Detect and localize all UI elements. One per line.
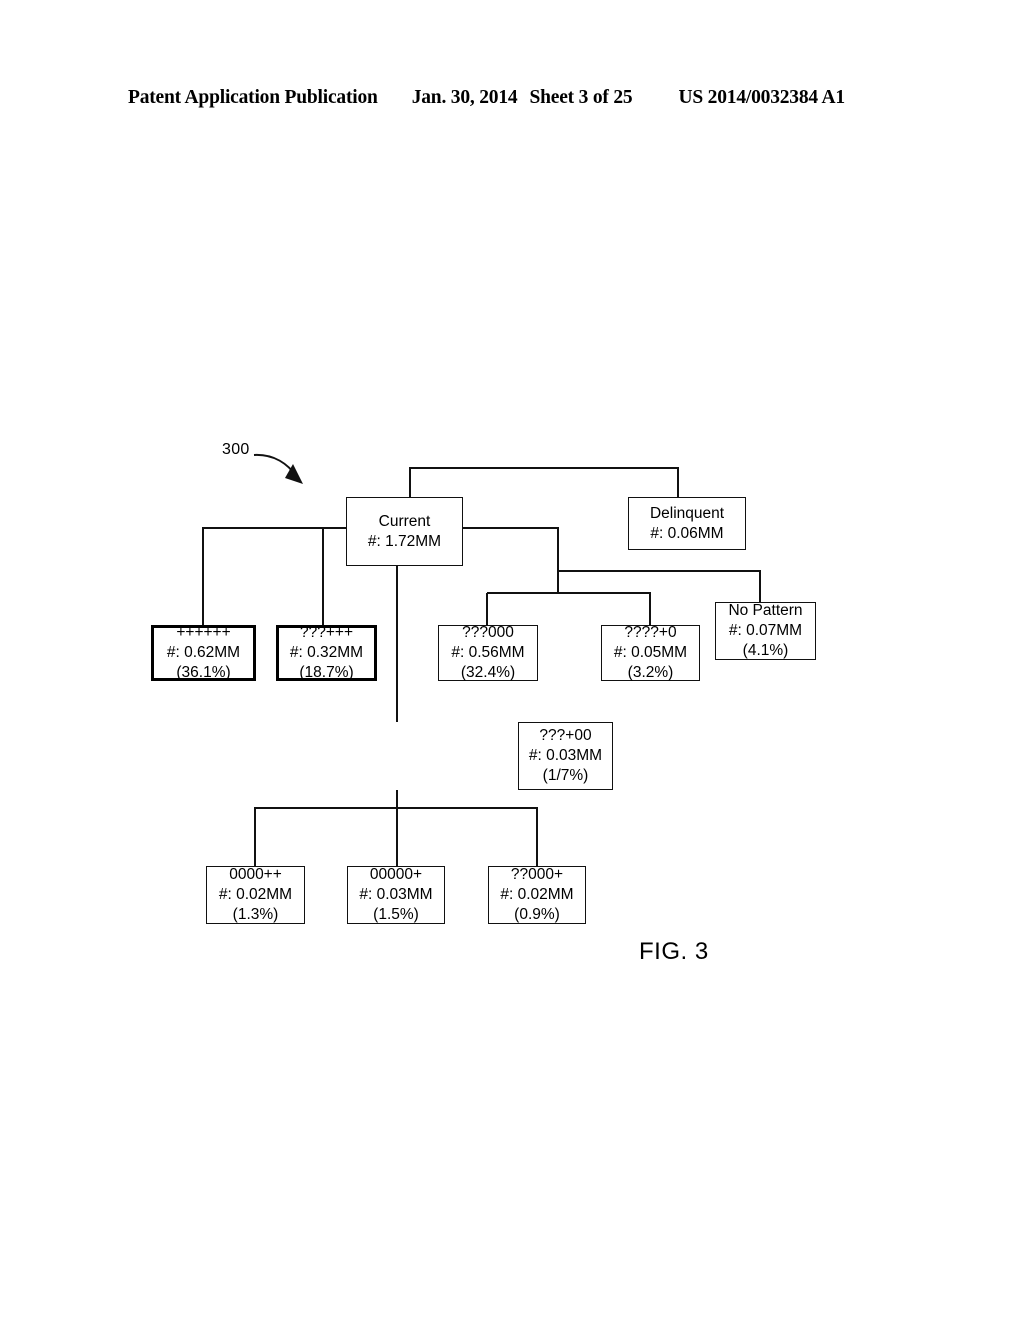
figure-caption: FIG. 3 <box>639 938 709 965</box>
node-q4pluszero-count: #: 0.05MM <box>613 644 688 662</box>
reference-numeral-300: 300 <box>222 441 250 458</box>
node-current-title: Current <box>378 512 431 530</box>
node-q3pluszero2[interactable]: ???+00 #: 0.03MM (1/7%) <box>518 722 613 790</box>
connector-bottom-bus-right <box>397 807 538 866</box>
node-nopattern-title: No Pattern <box>728 602 803 620</box>
connector-bus-to-q4pluszero <box>487 592 651 625</box>
node-q3pluszero2-count: #: 0.03MM <box>528 747 603 765</box>
node-q3pluszero2-title: ???+00 <box>539 727 592 745</box>
node-q2zero3plus-percent: (0.9%) <box>514 905 560 923</box>
figure-canvas: 300 Current #: 1.72MM Delinquent #: 0.06… <box>0 0 1024 1320</box>
node-q4pluszero[interactable]: ????+0 #: 0.05MM (3.2%) <box>601 624 700 681</box>
node-q3zero3-title: ???000 <box>462 624 514 642</box>
node-delinquent[interactable]: Delinquent #: 0.06MM <box>628 497 746 550</box>
node-q2zero3plus-title: ??000+ <box>510 866 564 884</box>
node-zero5plus[interactable]: 00000+ #: 0.03MM (1.5%) <box>347 866 445 924</box>
node-nopattern-count: #: 0.07MM <box>728 622 803 640</box>
node-zero4plus2-title: 0000++ <box>229 866 282 884</box>
node-q4pluszero-title: ????+0 <box>624 624 677 642</box>
node-q3pluszero2-percent: (1/7%) <box>542 766 589 784</box>
node-current[interactable]: Current #: 1.72MM <box>346 497 463 566</box>
connector-current-to-plus6 <box>202 527 346 625</box>
connector-bus-to-nopattern <box>558 570 761 602</box>
node-q3zero3[interactable]: ???000 #: 0.56MM (32.4%) <box>438 624 538 681</box>
node-nopattern[interactable]: No Pattern #: 0.07MM (4.1%) <box>715 602 816 660</box>
node-q2zero3plus[interactable]: ??000+ #: 0.02MM (0.9%) <box>488 866 586 924</box>
node-delinquent-title: Delinquent <box>649 504 725 522</box>
node-delinquent-count: #: 0.06MM <box>650 524 724 542</box>
node-plus6-percent: (36.1%) <box>176 663 231 681</box>
node-plus6-title: ++++++ <box>176 624 231 642</box>
node-plus6-count: #: 0.62MM <box>166 644 241 662</box>
node-plus6[interactable]: ++++++ #: 0.62MM (36.1%) <box>151 624 256 681</box>
node-zero5plus-percent: (1.5%) <box>373 905 419 923</box>
node-q3plus3-count: #: 0.32MM <box>289 644 364 662</box>
node-nopattern-percent: (4.1%) <box>742 641 789 659</box>
node-q3plus3[interactable]: ???+++ #: 0.32MM (18.7%) <box>276 624 377 681</box>
node-zero4plus2-count: #: 0.02MM <box>218 886 293 904</box>
reference-arrow-icon <box>253 453 303 484</box>
connector-bottom-bus-left <box>254 790 398 866</box>
connector-current-right-lead <box>463 527 559 593</box>
connector-root-bus <box>409 467 679 497</box>
node-q2zero3plus-count: #: 0.02MM <box>500 886 574 904</box>
node-current-count: #: 1.72MM <box>367 532 442 550</box>
node-zero4plus2-percent: (1.3%) <box>232 905 279 923</box>
node-zero5plus-title: 00000+ <box>369 866 423 884</box>
node-q4pluszero-percent: (3.2%) <box>627 663 674 681</box>
node-zero5plus-count: #: 0.03MM <box>359 886 433 904</box>
node-q3zero3-count: #: 0.56MM <box>451 644 525 662</box>
node-q3zero3-percent: (32.4%) <box>460 663 516 681</box>
node-q3plus3-title: ???+++ <box>299 624 354 642</box>
node-zero4plus2[interactable]: 0000++ #: 0.02MM (1.3%) <box>206 866 305 924</box>
node-q3plus3-percent: (18.7%) <box>299 663 354 681</box>
